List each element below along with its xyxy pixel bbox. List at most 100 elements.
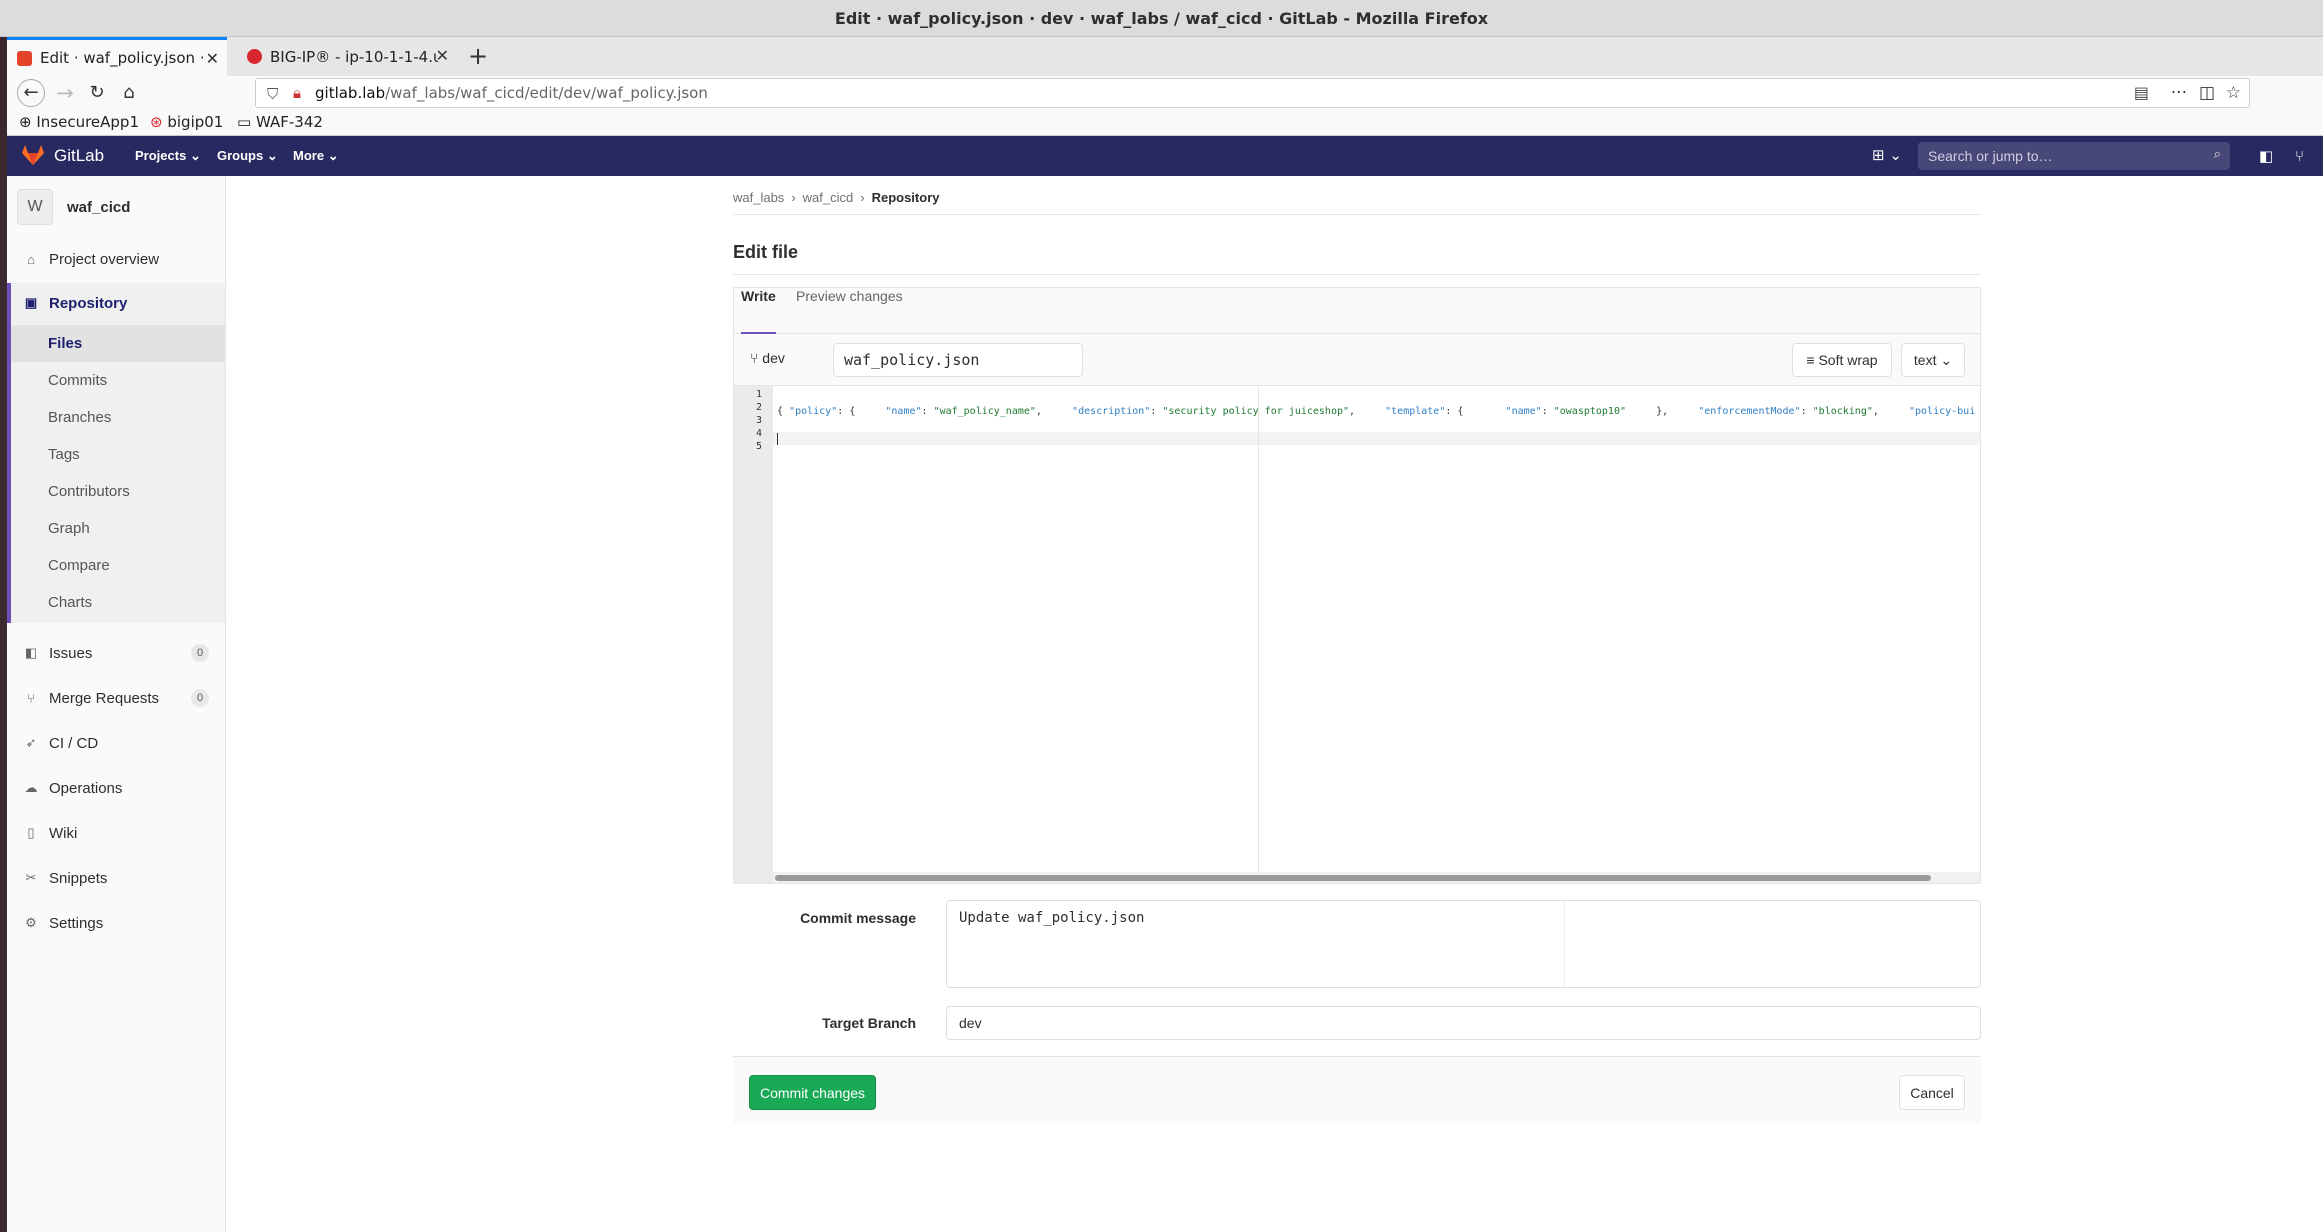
browser-tab-gitlab[interactable]: Edit · waf_policy.json · ✕ bbox=[7, 37, 227, 76]
breadcrumb-group[interactable]: waf_labs bbox=[733, 190, 784, 205]
active-line-highlight bbox=[773, 432, 1980, 445]
file-name-input[interactable] bbox=[833, 343, 1083, 377]
json-string-token: "waf_policy_name" bbox=[933, 406, 1036, 417]
sidebar-item-settings[interactable]: ⚙ Settings bbox=[7, 905, 225, 941]
bookmark-label: WAF-342 bbox=[255, 113, 323, 131]
sidebar-item-issues[interactable]: ◧ Issues 0 bbox=[7, 635, 225, 671]
chevron-down-icon: ⌄ bbox=[327, 148, 339, 163]
browser-tab-label: Edit · waf_policy.json · bbox=[40, 49, 205, 67]
sidebar-subitem-commits[interactable]: Commits bbox=[11, 362, 225, 399]
project-header[interactable]: W waf_cicd bbox=[17, 189, 130, 225]
horizontal-scrollbar[interactable] bbox=[773, 872, 1980, 883]
sidebar-item-operations[interactable]: ☁ Operations bbox=[7, 770, 225, 806]
desktop-edge bbox=[0, 37, 7, 1232]
close-tab-icon[interactable]: ✕ bbox=[436, 46, 449, 65]
tab-write[interactable]: Write bbox=[741, 288, 776, 334]
insecure-lock-icon[interactable]: 🔒︎ bbox=[293, 84, 301, 102]
merge-requests-count-badge: 0 bbox=[191, 689, 209, 707]
json-key-token: "policy" bbox=[789, 406, 838, 417]
breadcrumb: waf_labs › waf_cicd › Repository bbox=[733, 190, 939, 205]
gitlab-brand[interactable]: GitLab bbox=[54, 146, 104, 166]
forward-icon[interactable]: → bbox=[51, 79, 79, 107]
chevron-down-icon: ⌄ bbox=[189, 148, 201, 163]
sidebar-item-snippets[interactable]: ✂ Snippets bbox=[7, 860, 225, 896]
breadcrumb-current[interactable]: Repository bbox=[872, 190, 940, 205]
url-text[interactable]: gitlab.lab/waf_labs/waf_cicd/edit/dev/wa… bbox=[315, 84, 708, 102]
sidebar-item-label: Issues bbox=[49, 644, 93, 662]
target-branch-label: Target Branch bbox=[822, 1015, 916, 1031]
page-title: Edit file bbox=[733, 242, 799, 262]
merge-requests-nav-icon[interactable]: ⑂ bbox=[2295, 147, 2304, 165]
textarea-divider bbox=[1564, 901, 1565, 987]
json-key-token: "template" bbox=[1385, 406, 1446, 417]
line-number: 1 bbox=[755, 389, 762, 400]
scissors-icon: ✂ bbox=[25, 870, 37, 885]
new-item-icon[interactable]: ⊞ ⌄ bbox=[1872, 146, 1902, 164]
sidebar-item-merge-requests[interactable]: ⑂ Merge Requests 0 bbox=[7, 680, 225, 716]
nav-projects[interactable]: Projects ⌄ bbox=[135, 148, 201, 164]
book-icon: ▣ bbox=[24, 295, 38, 310]
shield-icon[interactable]: ⛉ bbox=[267, 85, 278, 103]
line-number: 3 bbox=[755, 415, 762, 426]
url-bar[interactable]: ⛉ 🔒︎ gitlab.lab/waf_labs/waf_cicd/edit/d… bbox=[255, 78, 2250, 108]
nav-more[interactable]: More ⌄ bbox=[293, 148, 339, 164]
json-punctuation-token: }, bbox=[1626, 406, 1699, 417]
back-icon[interactable]: ← bbox=[17, 79, 45, 107]
new-tab-icon[interactable]: + bbox=[468, 42, 488, 70]
soft-wrap-button[interactable]: ≡ Soft wrap bbox=[1792, 343, 1892, 377]
project-sidebar: W waf_cicd ⌂ Project overview ▣ Reposito… bbox=[7, 176, 226, 1232]
sidebar-subitem-charts[interactable]: Charts bbox=[11, 584, 225, 621]
tab-preview-changes[interactable]: Preview changes bbox=[796, 288, 903, 334]
sidebar-subitem-tags[interactable]: Tags bbox=[11, 436, 225, 473]
text-cursor bbox=[777, 433, 778, 445]
sidebar-item-repository[interactable]: ▣ Repository bbox=[7, 285, 225, 321]
page-actions-icon[interactable]: ··· bbox=[2171, 83, 2187, 103]
sidebar-subitem-graph[interactable]: Graph bbox=[11, 510, 225, 547]
search-input[interactable] bbox=[1918, 142, 2198, 170]
nav-label: Groups bbox=[217, 148, 264, 163]
folder-icon: ▭ bbox=[237, 113, 252, 131]
reload-icon[interactable]: ↻ bbox=[83, 79, 111, 107]
sidebar-subitem-branches[interactable]: Branches bbox=[11, 399, 225, 436]
gitlab-logo-icon[interactable] bbox=[22, 145, 44, 165]
commit-message-label: Commit message bbox=[800, 910, 916, 926]
sidebar-subitem-contributors[interactable]: Contributors bbox=[11, 473, 225, 510]
bookmark-insecureapp1[interactable]: ⊕ InsecureApp1 bbox=[19, 113, 139, 131]
sidebar-item-wiki[interactable]: ▯ Wiki bbox=[7, 815, 225, 851]
bookmark-star-icon[interactable]: ☆ bbox=[2226, 83, 2241, 103]
scrollbar-thumb[interactable] bbox=[775, 875, 1931, 881]
commit-message-textarea[interactable]: Update waf_policy.json bbox=[946, 900, 1981, 988]
reader-view-icon[interactable]: ▤ bbox=[2134, 83, 2149, 102]
bookmark-bigip01[interactable]: ⊛ bigip01 bbox=[150, 113, 223, 131]
sidebar-subitem-files[interactable]: Files bbox=[11, 325, 225, 362]
breadcrumb-project[interactable]: waf_cicd bbox=[803, 190, 854, 205]
browser-tab-bigip[interactable]: BIG-IP® - ip-10-1-1-4.u ✕ bbox=[237, 37, 457, 76]
bookmark-waf-342[interactable]: ▭ WAF-342 bbox=[237, 113, 323, 131]
issues-nav-icon[interactable]: ◧ bbox=[2259, 147, 2273, 165]
sidebar-item-ci-cd[interactable]: ➶ CI / CD bbox=[7, 725, 225, 761]
file-editor: Write Preview changes ⑂ dev ≡ Soft wrap … bbox=[733, 287, 1981, 884]
home-icon[interactable]: ⌂ bbox=[115, 79, 143, 107]
close-tab-icon[interactable]: ✕ bbox=[206, 49, 219, 68]
bookmark-label: bigip01 bbox=[167, 113, 224, 131]
sidebar-subitem-compare[interactable]: Compare bbox=[11, 547, 225, 584]
rocket-icon: ➶ bbox=[25, 735, 37, 750]
sidebar-item-project-overview[interactable]: ⌂ Project overview bbox=[7, 241, 225, 277]
pocket-icon[interactable]: ◫ bbox=[2199, 83, 2215, 103]
soft-wrap-icon: ≡ bbox=[1806, 352, 1815, 368]
sidebar-item-label: Wiki bbox=[49, 824, 78, 842]
json-punctuation-token: { bbox=[777, 406, 790, 417]
cancel-button[interactable]: Cancel bbox=[1899, 1075, 1965, 1110]
nav-groups[interactable]: Groups ⌄ bbox=[217, 148, 278, 164]
commit-changes-button[interactable]: Commit changes bbox=[749, 1075, 876, 1110]
cloud-icon: ☁ bbox=[24, 780, 38, 795]
browser-navbar: ← → ↻ ⌂ ⛉ 🔒︎ gitlab.lab/waf_labs/waf_cic… bbox=[7, 76, 2323, 109]
sidebar-item-label: Snippets bbox=[49, 869, 108, 887]
issues-icon: ◧ bbox=[24, 645, 38, 660]
line-number: 4 bbox=[755, 428, 762, 439]
sidebar-item-label: Merge Requests bbox=[49, 689, 160, 707]
file-mode-dropdown[interactable]: text ⌄ bbox=[1901, 343, 1965, 377]
code-editor[interactable]: 1 2 3 4 5 { "policy": { "name": "waf_pol… bbox=[734, 385, 1980, 883]
target-branch-input[interactable] bbox=[946, 1006, 1981, 1040]
issues-count-badge: 0 bbox=[191, 644, 209, 662]
